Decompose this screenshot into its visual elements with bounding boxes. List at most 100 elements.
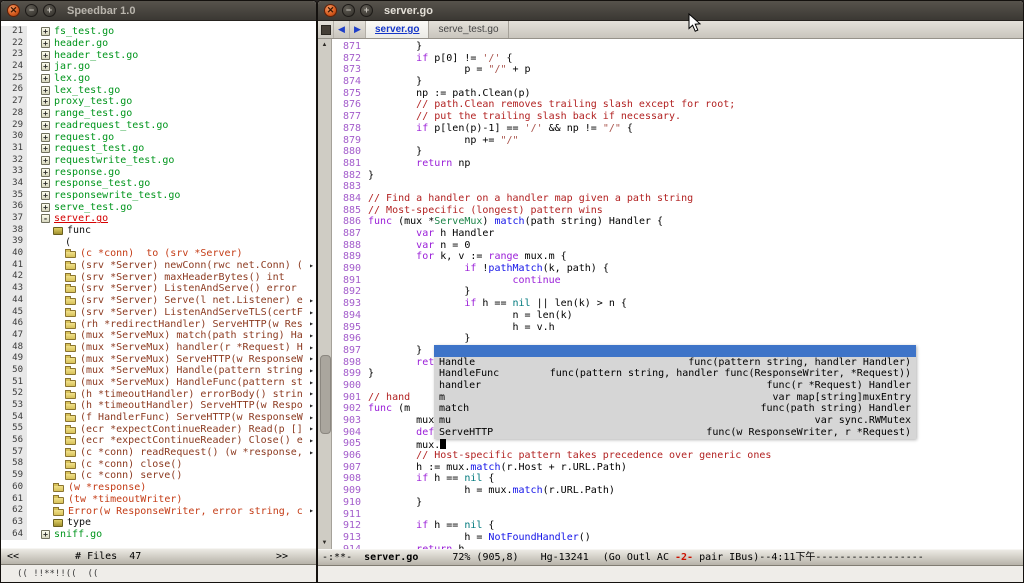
code-line[interactable]: 890 if !pathMatch(k, path) { [332,263,1023,275]
speedbar-item-label[interactable]: (srv *Server) Serve(l net.Listener) e [80,295,303,306]
tag-folder-icon[interactable] [65,403,76,410]
expand-plus-icon[interactable]: + [41,74,50,83]
category-icon[interactable] [53,519,63,527]
code-line[interactable]: 878 if p[len(p)-1] == '/' && np != "/" { [332,123,1023,135]
speedbar-row[interactable]: 26+lex_test.go [1,84,316,96]
speedbar-item-label[interactable]: (mux *ServeMux) Handle(pattern string [80,365,303,376]
editor-tabbar[interactable]: ◀ ▶ server.goserve_test.go [318,21,1023,39]
speedbar-row[interactable]: 49(mux *ServeMux) ServeHTTP(w ResponseW▸ [1,353,316,365]
speedbar-row[interactable]: 54(f HandlerFunc) ServeHTTP(w ResponseW▸ [1,412,316,424]
code-line[interactable]: 871 } [332,41,1023,53]
tag-folder-icon[interactable] [65,368,76,375]
speedbar-item-label[interactable]: responsewrite_test.go [54,190,180,201]
speedbar-minimize-button[interactable]: − [25,4,38,17]
speedbar-item-label[interactable]: (ecr *expectContinueReader) Close() e [80,435,303,446]
scrollbar-thumb[interactable] [320,355,331,434]
expand-plus-icon[interactable]: + [41,27,50,36]
code-line[interactable]: 872 if p[0] != '/' { [332,53,1023,65]
speedbar-item-label[interactable]: range_test.go [54,108,132,119]
code-line[interactable]: 874 } [332,76,1023,88]
speedbar-row[interactable]: 30+request.go [1,131,316,143]
speedbar-row[interactable]: 25+lex.go [1,73,316,85]
speedbar-close-button[interactable]: ✕ [7,4,20,17]
scroll-down-arrow-icon[interactable]: ▼ [318,538,331,548]
code-line[interactable]: 877 // put the trailing slash back if ne… [332,111,1023,123]
speedbar-row[interactable]: 53(h *timeoutHandler) ServeHTTP(w Respo▸ [1,400,316,412]
code-line[interactable]: 889 for k, v := range mux.m { [332,251,1023,263]
speedbar-row[interactable]: 45(srv *Server) ListenAndServeTLS(certF▸ [1,307,316,319]
code-line[interactable]: 912 if h == nil { [332,520,1023,532]
expand-plus-icon[interactable]: + [41,168,50,177]
speedbar-item-label[interactable]: Error(w ResponseWriter, error string, c [68,506,303,517]
speedbar-item-label[interactable]: (srv *Server) ListenAndServe() error [80,283,297,294]
tag-folder-icon[interactable] [65,473,76,480]
tag-folder-icon[interactable] [65,462,76,469]
speedbar-item-label[interactable]: (f HandlerFunc) ServeHTTP(w ResponseW [80,412,303,423]
speedbar-row[interactable]: 57(c *conn) readRequest() (w *response,▸ [1,447,316,459]
speedbar-row[interactable]: 47(mux *ServeMux) match(path string) Ha▸ [1,330,316,342]
speedbar-row[interactable]: 58(c *conn) close() [1,458,316,470]
expand-plus-icon[interactable]: + [41,156,50,165]
expand-plus-icon[interactable]: + [41,109,50,118]
tag-folder-icon[interactable] [53,509,64,516]
autocomplete-popup[interactable]: Handlefunc(pattern string, handler Handl… [434,345,916,439]
expand-plus-icon[interactable]: + [41,530,50,539]
code-line[interactable]: 879 np += "/" [332,135,1023,147]
speedbar-row[interactable]: 64+sniff.go [1,529,316,541]
speedbar-item-label[interactable]: header_test.go [54,50,138,61]
expand-plus-icon[interactable]: + [41,121,50,130]
code-line[interactable]: 906 // Host-specific pattern takes prece… [332,450,1023,462]
expand-plus-icon[interactable]: + [41,144,50,153]
autocomplete-item[interactable]: muvar sync.RWMutex [434,415,916,427]
code-line[interactable]: 888 var n = 0 [332,240,1023,252]
code-line[interactable]: 893 if h == nil || len(k) > n { [332,298,1023,310]
autocomplete-item[interactable]: HandleFuncfunc(pattern string, handler f… [434,368,916,380]
speedbar-item-label[interactable]: (rh *redirectHandler) ServeHTTP(w Res [80,319,303,330]
speedbar-files-count[interactable]: # Files 47 [75,550,141,564]
tag-folder-icon[interactable] [65,298,76,305]
speedbar-item-label[interactable]: ( [65,237,71,248]
speedbar-row[interactable]: 60(w *response) [1,482,316,494]
editor-titlebar[interactable]: ✕ − + server.go [318,1,1023,21]
speedbar-item-label[interactable]: requestwrite_test.go [54,155,174,166]
speedbar-row[interactable]: 56(ecr *expectContinueReader) Close() e▸ [1,435,316,447]
speedbar-row[interactable]: 48(mux *ServeMux) handler(r *Request) H▸ [1,342,316,354]
speedbar-row[interactable]: 28+range_test.go [1,108,316,120]
tag-folder-icon[interactable] [65,251,76,258]
collapse-minus-icon[interactable]: - [41,214,50,223]
speedbar-row[interactable]: 40(c *conn) to (srv *Server) [1,248,316,260]
tag-folder-icon[interactable] [65,263,76,270]
speedbar-titlebar[interactable]: ✕ − + Speedbar 1.0 [1,1,316,21]
tag-folder-icon[interactable] [53,485,64,492]
speedbar-item-label[interactable]: (c *conn) to (srv *Server) [80,248,243,259]
speedbar-page-back-button[interactable]: << [7,550,19,564]
tag-folder-icon[interactable] [65,286,76,293]
tag-folder-icon[interactable] [65,333,76,340]
speedbar-row[interactable]: 41(srv *Server) newConn(rwc net.Conn) (▸ [1,260,316,272]
tag-folder-icon[interactable] [65,357,76,364]
speedbar-item-label[interactable]: jar.go [54,61,90,72]
autocomplete-item[interactable]: Handlefunc(pattern string, handler Handl… [434,357,916,369]
speedbar-item-label[interactable]: fs_test.go [54,26,114,37]
speedbar-minibuffer[interactable]: (( !!**!!(( (( [1,565,316,582]
speedbar-row[interactable]: 44(srv *Server) Serve(l net.Listener) e▸ [1,295,316,307]
speedbar-row[interactable]: 52(h *timeoutHandler) errorBody() strin▸ [1,388,316,400]
tab-back-button[interactable]: ◀ [334,21,350,38]
speedbar-item-label[interactable]: (srv *Server) ListenAndServeTLS(certF [80,307,303,318]
vertical-scrollbar[interactable]: ▲ ▼ [318,39,332,549]
code-line[interactable]: 882} [332,170,1023,182]
speedbar-row[interactable]: 21+fs_test.go [1,26,316,38]
speedbar-item-label[interactable]: (srv *Server) newConn(rwc net.Conn) ( [80,260,303,271]
speedbar-item-label[interactable]: (mux *ServeMux) handler(r *Request) H [80,342,303,353]
modeline-buffer-name[interactable]: server.go [364,551,418,565]
code-line[interactable]: 905 mux. [332,438,1023,450]
speedbar-item-label[interactable]: readrequest_test.go [54,120,168,131]
code-line[interactable]: 880 } [332,146,1023,158]
code-line[interactable]: 895 h = v.h [332,322,1023,334]
speedbar-row[interactable]: 31+request_test.go [1,143,316,155]
speedbar-row[interactable]: 36+serve_test.go [1,201,316,213]
tag-folder-icon[interactable] [65,322,76,329]
modeline-vcs-branch[interactable]: Hg-13241 [541,551,589,565]
code-line[interactable]: 910 } [332,497,1023,509]
tag-folder-icon[interactable] [65,450,76,457]
